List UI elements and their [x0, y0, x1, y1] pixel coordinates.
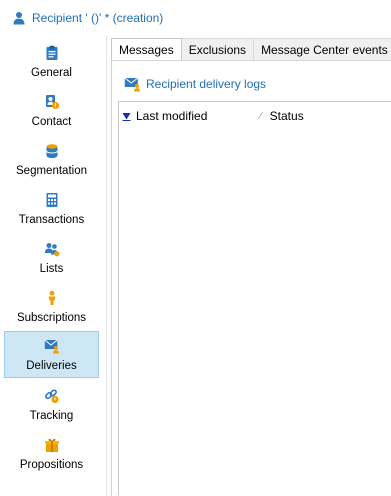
messages-panel: Recipient delivery logs Last modified ⁄ … — [111, 60, 391, 496]
contact-card-icon — [45, 95, 59, 110]
sidebar-item-label: Transactions — [18, 214, 85, 226]
sidebar-divider — [106, 36, 107, 496]
gift-icon — [44, 438, 59, 452]
sidebar: General Contact Segmentation Transaction… — [0, 36, 106, 496]
column-header-status[interactable]: ⁄ Status — [257, 102, 304, 130]
sidebar-item-label: Contact — [31, 116, 72, 128]
mail-person-icon — [124, 77, 140, 92]
sidebar-item-segmentation[interactable]: Segmentation — [4, 136, 99, 183]
mail-person-icon — [43, 339, 59, 354]
column-label: Status — [269, 109, 304, 123]
link-label: Recipient delivery logs — [146, 77, 267, 91]
tab-bar: Messages Exclusions Message Center event… — [111, 38, 391, 61]
sidebar-item-label: Propositions — [19, 459, 84, 471]
form-icon — [46, 45, 57, 60]
grid-header: Last modified ⁄ Status — [119, 102, 391, 130]
people-icon — [44, 243, 59, 257]
window-titlebar: Recipient ' ()' * (creation) — [0, 0, 391, 36]
tab-exclusions[interactable]: Exclusions — [180, 38, 255, 60]
sidebar-item-transactions[interactable]: Transactions — [4, 185, 99, 232]
sidebar-item-label: Deliveries — [26, 360, 77, 372]
calculator-icon — [46, 193, 57, 207]
link-tracking-icon — [44, 389, 59, 404]
sidebar-item-label: Tracking — [29, 410, 74, 422]
tab-messages[interactable]: Messages — [111, 38, 182, 61]
column-header-last-modified[interactable]: Last modified — [119, 102, 257, 130]
sidebar-item-label: Segmentation — [16, 165, 87, 177]
sidebar-item-subscriptions[interactable]: Subscriptions — [4, 283, 99, 330]
database-icon — [45, 144, 58, 158]
sidebar-item-propositions[interactable]: Propositions — [4, 430, 99, 477]
sidebar-item-tracking[interactable]: Tracking — [4, 381, 99, 428]
column-label: Last modified — [136, 109, 208, 123]
window-title: Recipient ' ()' * (creation) — [32, 11, 164, 25]
sidebar-item-label: General — [31, 67, 72, 79]
subscriber-icon — [48, 290, 55, 305]
user-icon — [13, 12, 25, 25]
sidebar-item-label: Subscriptions — [16, 312, 87, 324]
delivery-logs-grid: Last modified ⁄ Status — [118, 101, 391, 495]
sidebar-item-deliveries[interactable]: Deliveries — [4, 331, 99, 378]
sidebar-item-lists[interactable]: Lists — [4, 234, 99, 281]
column-separator-icon: ⁄ — [260, 110, 262, 122]
sidebar-item-contact[interactable]: Contact — [4, 87, 99, 134]
recipient-delivery-logs-link[interactable]: Recipient delivery logs — [124, 76, 266, 92]
sort-descending-icon — [122, 112, 131, 121]
sidebar-item-general[interactable]: General — [4, 38, 99, 85]
tab-message-center-events[interactable]: Message Center events — [253, 38, 391, 60]
sidebar-item-label: Lists — [39, 263, 64, 275]
